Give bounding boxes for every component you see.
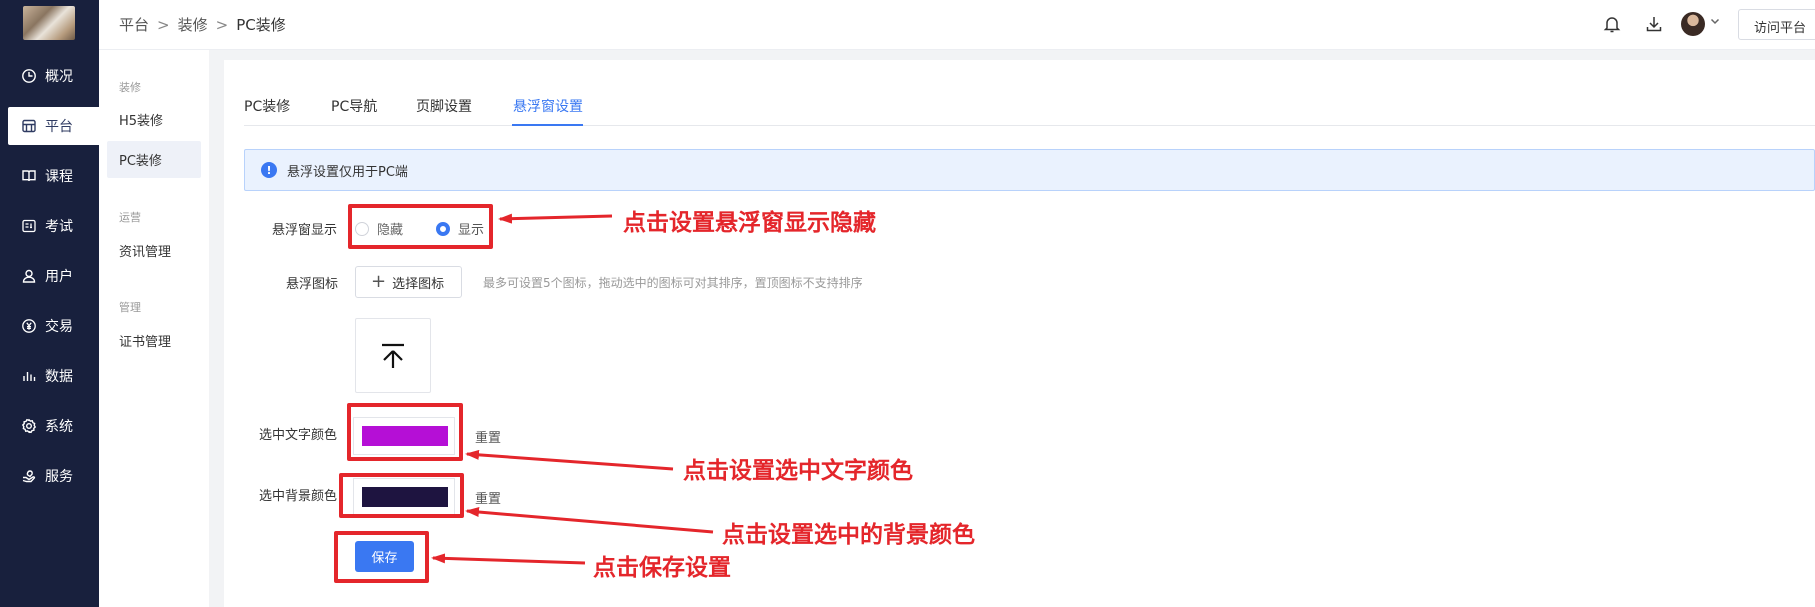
back-to-top-icon	[382, 343, 404, 368]
bell-icon[interactable]	[1602, 14, 1622, 34]
nav-label: 服务	[45, 469, 73, 485]
bar-chart-icon	[23, 372, 36, 381]
info-icon: !	[261, 162, 277, 178]
notice-text: 悬浮设置仅用于PC端	[287, 164, 408, 180]
exam-icon	[22, 219, 36, 233]
tab-pc-decoration[interactable]: PC装修	[244, 96, 290, 116]
annotation-note-display: 点击设置悬浮窗显示隐藏	[623, 209, 876, 236]
nav-item-user[interactable]: 用户	[0, 257, 99, 295]
nav-label: 考试	[45, 219, 73, 235]
subnav-group-title: 运营	[119, 211, 141, 224]
float-icon-tile[interactable]	[355, 318, 431, 393]
annotation-note-text-color: 点击设置选中文字颜色	[683, 457, 913, 484]
gear-icon	[21, 418, 37, 434]
breadcrumb-item[interactable]: 平台	[119, 14, 149, 35]
nav-item-trade[interactable]: 交易	[0, 307, 99, 345]
nav-item-service[interactable]: 服务	[0, 457, 99, 495]
tab-float-window-settings[interactable]: 悬浮窗设置	[513, 96, 583, 116]
annotation-box-bg-color	[339, 473, 464, 518]
main-nav: 概况 平台 课程 考试 用户 交易 数据 系统 服务	[0, 0, 99, 607]
annotation-note-save: 点击保存设置	[593, 554, 731, 581]
plus-icon: +	[371, 271, 387, 292]
sub-nav: 装修 H5装修 PC装修 运营 资讯管理 管理 证书管理	[99, 50, 209, 607]
nav-item-system[interactable]: 系统	[0, 407, 99, 445]
dashboard-icon	[22, 69, 36, 83]
nav-label: 平台	[45, 119, 73, 135]
annotation-box-save	[334, 531, 429, 583]
bg-color-reset[interactable]: 重置	[475, 488, 501, 507]
icon-hint: 最多可设置5个图标，拖动选中的图标可对其排序，置顶图标不支持排序	[483, 276, 863, 290]
subnav-item-certificate[interactable]: 证书管理	[107, 322, 201, 359]
yen-icon	[22, 319, 36, 333]
tab-footer-settings[interactable]: 页脚设置	[416, 96, 472, 116]
nav-item-overview[interactable]: 概况	[0, 57, 99, 95]
subnav-item-h5[interactable]: H5装修	[107, 101, 201, 138]
nav-label: 课程	[45, 169, 73, 185]
float-icon-label: 悬浮图标	[286, 277, 339, 292]
breadcrumb-item[interactable]: 装修	[178, 14, 208, 35]
annotation-box-text-color	[347, 403, 463, 461]
avatar[interactable]	[1681, 12, 1705, 36]
nav-item-data[interactable]: 数据	[0, 357, 99, 395]
content-panel	[224, 60, 1815, 607]
nav-label: 用户	[45, 269, 73, 285]
nav-item-platform[interactable]: 平台	[8, 107, 99, 145]
active-tab-indicator	[512, 124, 583, 126]
breadcrumb-separator: >	[157, 15, 170, 34]
tab-divider	[244, 125, 1815, 126]
nav-label: 交易	[45, 319, 73, 335]
nav-label: 系统	[45, 419, 73, 435]
store-icon	[22, 119, 36, 133]
breadcrumb: 平台 > 装修 > PC装修	[119, 14, 286, 35]
top-header: 平台 > 装修 > PC装修	[99, 0, 1815, 50]
breadcrumb-current: PC装修	[236, 16, 286, 34]
download-icon[interactable]	[1644, 14, 1664, 34]
nav-item-exam[interactable]: 考试	[0, 207, 99, 245]
nav-item-course[interactable]: 课程	[0, 157, 99, 195]
subnav-item-news[interactable]: 资讯管理	[107, 232, 201, 269]
subnav-item-pc[interactable]: PC装修	[107, 141, 201, 178]
notice-banner: ! 悬浮设置仅用于PC端	[244, 149, 1815, 191]
user-icon	[22, 269, 36, 283]
annotation-note-bg-color: 点击设置选中的背景颜色	[722, 521, 975, 548]
service-icon	[22, 470, 36, 483]
subnav-group-title: 装修	[119, 81, 141, 94]
visit-platform-button[interactable]: 访问平台	[1738, 9, 1815, 40]
tab-pc-navigation[interactable]: PC导航	[331, 96, 377, 116]
text-color-label: 选中文字颜色	[259, 428, 338, 443]
annotation-box-display	[348, 204, 493, 249]
choose-icon-label: 选择图标	[392, 276, 445, 292]
nav-label: 概况	[45, 69, 73, 85]
book-icon	[22, 170, 36, 182]
bg-color-label: 选中背景颜色	[259, 489, 338, 504]
choose-icon-button[interactable]: + 选择图标	[355, 266, 462, 298]
breadcrumb-separator: >	[215, 15, 229, 34]
logo[interactable]	[23, 6, 75, 40]
float-display-label: 悬浮窗显示	[272, 223, 338, 238]
subnav-group-title: 管理	[119, 301, 141, 314]
chevron-down-icon[interactable]	[1709, 15, 1721, 27]
nav-label: 数据	[45, 369, 73, 385]
text-color-reset[interactable]: 重置	[475, 427, 501, 446]
